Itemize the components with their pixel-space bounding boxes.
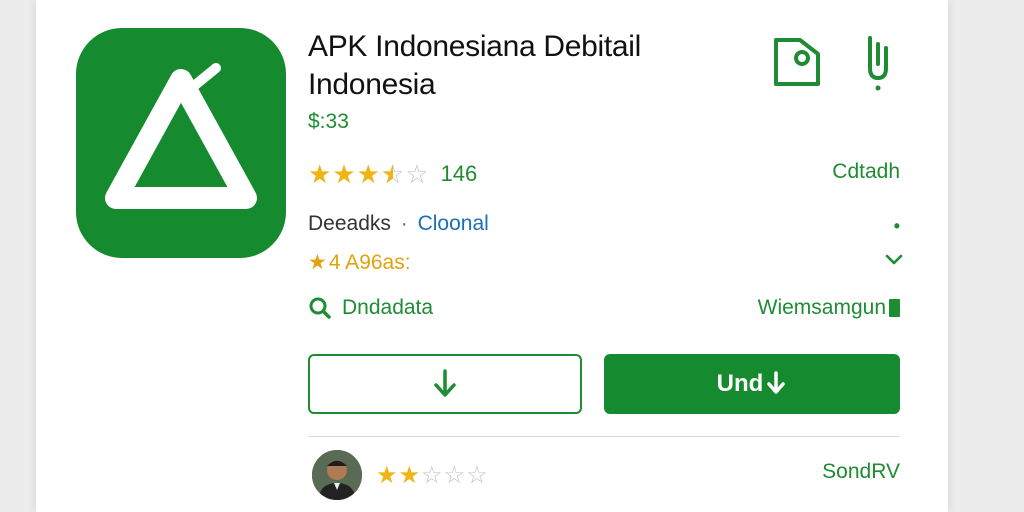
star-outline-icon: ☆ xyxy=(466,462,488,489)
app-title: APK Indonesiana Debitail Indonesia xyxy=(308,30,642,101)
expand-button[interactable] xyxy=(884,252,904,273)
star-icon: ★ xyxy=(376,462,398,489)
star-icon: ★ xyxy=(398,462,421,489)
details-link[interactable]: Cloonal xyxy=(418,212,489,235)
install-button-label: Und xyxy=(716,370,764,397)
download-arrow-icon xyxy=(767,371,786,394)
install-button[interactable]: Und xyxy=(604,354,900,414)
bookmark-icon xyxy=(774,38,820,86)
share-icon xyxy=(868,36,888,91)
download-outline-button[interactable] xyxy=(308,354,582,414)
rating-count: 146 xyxy=(440,161,478,186)
triangle-logo-icon xyxy=(105,63,257,209)
developer-link[interactable]: Wiemsamgun xyxy=(758,296,900,320)
details-label: Deeadks xyxy=(308,212,391,235)
developer-name: Wiemsamgun xyxy=(757,296,886,319)
review-stars: ★ ★ ☆ ☆ ☆ xyxy=(376,462,488,490)
top-right-link[interactable]: Cdtadh xyxy=(832,160,900,184)
review-link[interactable]: SondRV xyxy=(822,460,900,484)
user-avatar-image xyxy=(312,450,362,500)
half-star-icon: ★☆ xyxy=(380,159,405,189)
chevron-down-icon xyxy=(885,254,903,265)
share-button[interactable] xyxy=(854,34,902,99)
dot-indicator: • xyxy=(893,216,900,236)
star-outline-icon: ☆ xyxy=(443,462,466,489)
star-icon: ★ xyxy=(332,159,356,189)
app-price: $:33 xyxy=(308,110,349,133)
details-row: Deeadks · Cloonal xyxy=(308,212,489,236)
award-star-icon: ★ xyxy=(308,251,327,274)
search-row[interactable]: Dndadata xyxy=(308,296,433,320)
award-text: 4 A96as: xyxy=(328,250,411,274)
rating-row: ★ ★ ★ ★☆ ☆ 146 xyxy=(308,160,477,188)
search-label: Dndadata xyxy=(342,296,434,319)
divider xyxy=(308,436,900,437)
wishlist-button[interactable] xyxy=(768,34,828,97)
rating-stars: ★ ★ ★ ★☆ ☆ xyxy=(308,160,429,188)
bookmark-flag-icon xyxy=(889,299,900,317)
details-separator: · xyxy=(400,212,408,235)
avatar[interactable] xyxy=(312,450,362,500)
app-icon[interactable] xyxy=(76,28,286,258)
download-arrow-icon xyxy=(434,369,456,397)
search-icon xyxy=(309,297,331,319)
star-icon: ★ xyxy=(308,159,332,189)
award-row: ★ 4 A96as: xyxy=(308,250,411,275)
star-icon: ★ xyxy=(356,159,380,189)
star-outline-icon: ☆ xyxy=(405,159,429,189)
star-outline-icon: ☆ xyxy=(421,462,443,489)
app-detail-card: APK Indonesiana Debitail Indonesia $:33 … xyxy=(36,0,948,512)
